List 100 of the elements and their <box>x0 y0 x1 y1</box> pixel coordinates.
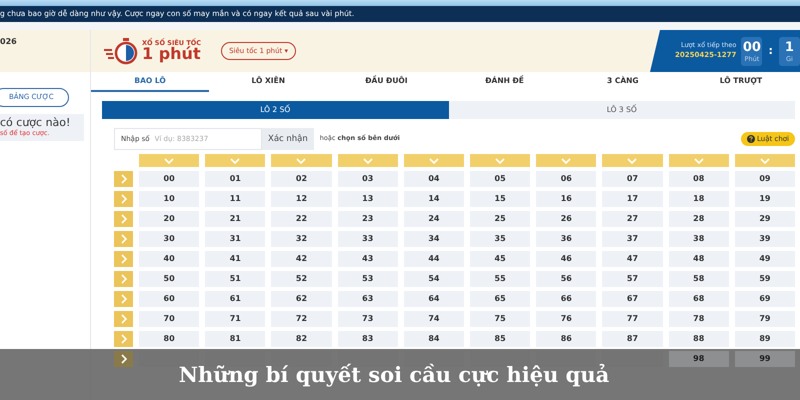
number-cell[interactable]: 83 <box>338 331 398 347</box>
number-cell[interactable]: 63 <box>338 291 398 307</box>
row-select-button[interactable] <box>114 351 133 367</box>
number-cell[interactable]: 21 <box>205 211 266 227</box>
number-cell[interactable]: 88 <box>668 331 729 347</box>
number-cell[interactable]: 37 <box>602 231 663 247</box>
number-cell[interactable]: 25 <box>470 211 530 227</box>
number-cell[interactable]: 41 <box>205 251 266 267</box>
number-cell[interactable]: 36 <box>536 231 596 247</box>
number-cell[interactable]: 17 <box>602 191 663 207</box>
column-select-button[interactable] <box>734 154 795 167</box>
number-cell[interactable]: 84 <box>404 331 464 347</box>
number-cell[interactable]: 67 <box>602 291 663 307</box>
number-cell[interactable]: 44 <box>404 251 464 267</box>
number-cell[interactable]: 13 <box>338 191 398 207</box>
number-cell[interactable]: 08 <box>668 171 729 187</box>
number-cell[interactable]: 09 <box>734 171 795 187</box>
number-cell[interactable]: 70 <box>139 311 200 327</box>
column-select-button[interactable] <box>602 154 663 167</box>
number-cell[interactable]: 18 <box>668 191 729 207</box>
number-cell[interactable]: 07 <box>602 171 663 187</box>
number-cell[interactable]: 79 <box>734 311 795 327</box>
number-cell[interactable]: 01 <box>205 171 266 187</box>
number-cell[interactable]: 39 <box>734 231 795 247</box>
number-cell[interactable]: 74 <box>404 311 464 327</box>
number-cell[interactable]: 61 <box>205 291 266 307</box>
number-cell[interactable]: 54 <box>404 271 464 287</box>
number-cell[interactable]: 38 <box>668 231 729 247</box>
number-cell[interactable]: 47 <box>602 251 663 267</box>
number-cell[interactable]: 49 <box>734 251 795 267</box>
number-cell[interactable]: 34 <box>404 231 464 247</box>
number-cell[interactable]: 05 <box>470 171 530 187</box>
number-cell[interactable]: 64 <box>404 291 464 307</box>
number-cell[interactable]: 27 <box>602 211 663 227</box>
number-cell[interactable]: 51 <box>205 271 266 287</box>
number-cell[interactable]: 02 <box>271 171 332 187</box>
number-cell[interactable]: 66 <box>536 291 596 307</box>
number-cell[interactable]: 59 <box>734 271 795 287</box>
number-cell[interactable]: 76 <box>536 311 596 327</box>
number-cell[interactable]: 68 <box>668 291 729 307</box>
number-cell[interactable]: 31 <box>205 231 266 247</box>
column-select-button[interactable] <box>668 154 729 167</box>
number-cell[interactable]: 14 <box>404 191 464 207</box>
number-cell[interactable]: 55 <box>470 271 530 287</box>
number-cell[interactable]: 73 <box>338 311 398 327</box>
column-select-button[interactable] <box>536 154 596 167</box>
number-cell[interactable]: 32 <box>271 231 332 247</box>
number-cell[interactable]: 86 <box>536 331 596 347</box>
number-cell[interactable]: 22 <box>271 211 332 227</box>
number-cell[interactable]: 26 <box>536 211 596 227</box>
column-select-button[interactable] <box>338 154 398 167</box>
number-cell[interactable]: 40 <box>139 251 200 267</box>
number-cell[interactable]: 71 <box>205 311 266 327</box>
number-cell[interactable]: 75 <box>470 311 530 327</box>
number-cell[interactable]: 12 <box>271 191 332 207</box>
confirm-button[interactable]: Xác nhận <box>262 128 314 150</box>
number-cell[interactable]: 85 <box>470 331 530 347</box>
number-cell[interactable]: 98 <box>668 351 729 367</box>
number-cell[interactable]: 42 <box>271 251 332 267</box>
number-cell[interactable]: 50 <box>139 271 200 287</box>
number-cell[interactable]: 16 <box>536 191 596 207</box>
number-cell[interactable]: 80 <box>139 331 200 347</box>
number-cell[interactable]: 06 <box>536 171 596 187</box>
number-cell[interactable]: 57 <box>602 271 663 287</box>
number-cell[interactable]: 65 <box>470 291 530 307</box>
number-cell[interactable]: 19 <box>734 191 795 207</box>
column-select-button[interactable] <box>470 154 530 167</box>
number-cell[interactable]: 45 <box>470 251 530 267</box>
number-cell[interactable]: 43 <box>338 251 398 267</box>
number-cell[interactable]: 99 <box>734 351 795 367</box>
column-select-button[interactable] <box>404 154 464 167</box>
number-cell[interactable]: 69 <box>734 291 795 307</box>
number-cell[interactable]: 56 <box>536 271 596 287</box>
number-cell[interactable]: 33 <box>338 231 398 247</box>
number-cell[interactable]: 58 <box>668 271 729 287</box>
number-cell[interactable]: 35 <box>470 231 530 247</box>
number-cell[interactable]: 15 <box>470 191 530 207</box>
number-cell[interactable]: 60 <box>139 291 200 307</box>
number-cell[interactable]: 52 <box>271 271 332 287</box>
number-cell[interactable]: 00 <box>139 171 200 187</box>
number-cell[interactable]: 10 <box>139 191 200 207</box>
number-cell[interactable]: 82 <box>271 331 332 347</box>
number-cell[interactable]: 24 <box>404 211 464 227</box>
number-cell[interactable]: 62 <box>271 291 332 307</box>
number-cell[interactable]: 04 <box>404 171 464 187</box>
number-cell[interactable]: 20 <box>139 211 200 227</box>
number-cell[interactable]: 72 <box>271 311 332 327</box>
number-cell[interactable]: 29 <box>734 211 795 227</box>
number-cell[interactable]: 11 <box>205 191 266 207</box>
number-cell[interactable]: 77 <box>602 311 663 327</box>
column-select-button[interactable] <box>271 154 332 167</box>
number-cell[interactable]: 53 <box>338 271 398 287</box>
number-cell[interactable]: 46 <box>536 251 596 267</box>
number-cell[interactable]: 81 <box>205 331 266 347</box>
number-cell[interactable]: 78 <box>668 311 729 327</box>
number-cell[interactable]: 23 <box>338 211 398 227</box>
column-select-button[interactable] <box>139 154 200 167</box>
number-cell[interactable]: 28 <box>668 211 729 227</box>
number-cell[interactable]: 89 <box>734 331 795 347</box>
number-cell[interactable]: 30 <box>139 231 200 247</box>
